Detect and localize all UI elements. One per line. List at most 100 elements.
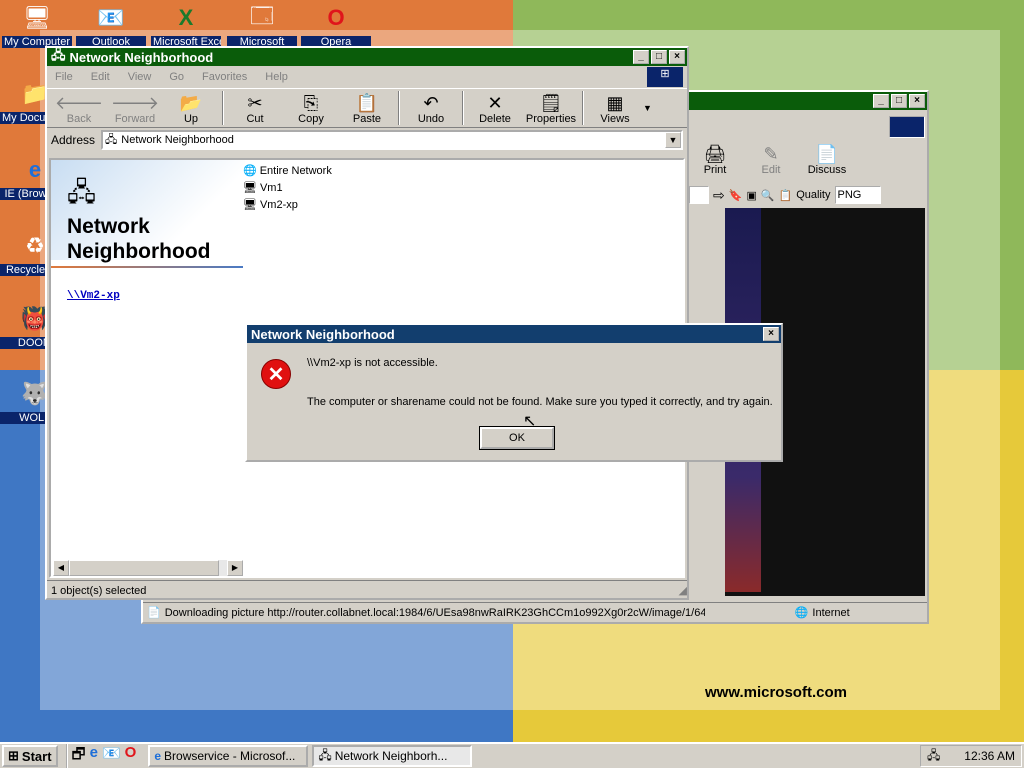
back-button[interactable]: 🡐 Back [51, 89, 107, 127]
dialog-detail: The computer or sharename could not be f… [307, 396, 773, 408]
task-network-neighborhood[interactable]: 🖧 Network Neighborh... [312, 745, 473, 767]
menu-view[interactable]: View [128, 71, 152, 83]
close-button[interactable]: × [763, 327, 779, 341]
dialog-message: \\Vm2-xp is not accessible. [307, 357, 438, 369]
properties-label: Properties [525, 113, 577, 125]
maximize-button[interactable]: □ [891, 94, 907, 108]
quality-select[interactable]: PNG [834, 186, 881, 204]
browser-throbber [889, 116, 925, 138]
task-label: Network Neighborh... [334, 749, 448, 763]
explorer-status-bar: 1 object(s) selected ◢ [47, 580, 687, 600]
menu-go[interactable]: Go [169, 71, 184, 83]
taskbar: ⊞ Start 🗗 e 📧 O e Browservice - Microsof… [0, 742, 1024, 768]
go-arrow-icon[interactable]: ⇨ [713, 187, 725, 204]
computer-icon: 🖥 [243, 199, 257, 211]
web-view-panel: 🖧 Network Neighborhood \\Vm2-xp [51, 160, 245, 576]
minimize-button[interactable]: _ [633, 50, 649, 64]
error-icon: ✕ [261, 359, 291, 389]
desktop-shortcut-icon[interactable]: 🗗 [72, 744, 86, 768]
bookmark-icon[interactable]: 🔖 [729, 189, 743, 202]
app-icon: 🗔 [250, 3, 274, 28]
screenshot-icon[interactable]: ▣ [746, 189, 756, 202]
paste-label: Paste [352, 113, 382, 125]
menu-edit[interactable]: Edit [91, 71, 110, 83]
scroll-thumb[interactable] [69, 560, 219, 576]
error-dialog: Network Neighborhood × ✕ \\Vm2-xp is not… [245, 323, 783, 462]
resize-grip-icon[interactable]: ◢ [679, 584, 687, 597]
menu-help[interactable]: Help [265, 71, 288, 83]
panel-link[interactable]: \\Vm2-xp [67, 290, 120, 302]
minimize-button[interactable]: _ [873, 94, 889, 108]
horizontal-scrollbar[interactable]: ◀ ▶ [53, 560, 243, 576]
outlook-icon[interactable]: 📧 [102, 744, 121, 768]
find-icon[interactable]: 🔍 [761, 189, 775, 202]
panel-title: Network Neighborhood [67, 215, 211, 263]
discuss-button[interactable]: 📄 Discuss [799, 140, 855, 178]
scroll-left-icon[interactable]: ◀ [53, 560, 69, 576]
maximize-button[interactable]: □ [651, 50, 667, 64]
address-bar: Address 🖧 Network Neighborhood ▼ [47, 128, 687, 152]
address-input[interactable]: 🖧 Network Neighborhood ▼ [101, 130, 683, 150]
undo-button[interactable]: ↶ Undo [403, 89, 459, 127]
start-button[interactable]: ⊞ Start [2, 745, 58, 767]
menu-file[interactable]: File [55, 71, 73, 83]
address-dropdown-icon[interactable]: ▼ [665, 132, 681, 148]
clipboard-icon[interactable]: 📋 [779, 189, 793, 202]
copy-button[interactable]: ⎘ Copy [283, 89, 339, 127]
quality-value: PNG [837, 189, 862, 201]
task-label: Browservice - Microsof... [164, 749, 296, 763]
scissors-icon: ✂ [247, 93, 263, 113]
print-button[interactable]: 🖨 Print [687, 140, 743, 178]
paste-icon: 📋 [355, 93, 379, 113]
views-dropdown-icon[interactable]: ▼ [643, 103, 652, 113]
forward-button[interactable]: 🡒 Forward [107, 89, 163, 127]
list-item[interactable]: 🌐 Entire Network [243, 162, 332, 179]
views-button[interactable]: ▦ Views [587, 89, 643, 127]
task-browservice[interactable]: e Browservice - Microsof... [148, 745, 309, 767]
network-tray-icon[interactable]: 🖧 [927, 746, 940, 767]
printer-icon: 🖨 [703, 144, 727, 164]
desktop-icon-excel[interactable]: X Microsoft Excel [151, 2, 221, 48]
zone-label: Internet [812, 606, 850, 619]
print-label: Print [703, 164, 727, 176]
edit-label: Edit [761, 164, 781, 176]
up-button[interactable]: 📂 Up [163, 89, 219, 127]
edit-button[interactable]: ✎ Edit [743, 140, 799, 178]
item-list: 🌐 Entire Network 🖥 Vm1 🖥 Vm2-xp [243, 162, 332, 213]
network-icon: 🖧 [51, 47, 66, 62]
page-loading-icon: 📄 [147, 607, 161, 619]
ok-button[interactable]: OK [479, 426, 555, 450]
cut-button[interactable]: ✂ Cut [227, 89, 283, 127]
desktop-icon-microsoft[interactable]: 🗔 Microsoft [227, 2, 297, 48]
properties-button[interactable]: 🗒 Properties [523, 89, 579, 127]
close-button[interactable]: × [669, 50, 685, 64]
standard-toolbar: 🡐 Back 🡒 Forward 📂 Up ✂ Cut ⎘ Copy 📋 Paste ↶ Un… [47, 88, 687, 128]
edit-icon: ✎ [763, 144, 779, 164]
close-button[interactable]: × [909, 94, 925, 108]
system-tray: 🖧 12:36 AM [920, 745, 1022, 767]
desktop-icon-my-computer[interactable]: 🖥 My Computer [2, 2, 72, 48]
ok-label: OK [509, 432, 525, 444]
copy-icon: ⎘ [303, 93, 319, 113]
views-icon: ▦ [606, 93, 624, 113]
opera-icon[interactable]: O [125, 744, 137, 768]
browser-status-text: Downloading picture http://router.collab… [164, 606, 705, 619]
scroll-right-icon[interactable]: ▶ [227, 560, 243, 576]
list-item[interactable]: 🖥 Vm2-xp [243, 196, 332, 213]
toolbar-separator [582, 91, 584, 125]
paste-button[interactable]: 📋 Paste [339, 89, 395, 127]
opera-icon: O [327, 5, 345, 30]
quick-launch: 🗗 e 📧 O [65, 743, 137, 768]
delete-button[interactable]: ✕ Delete [467, 89, 523, 127]
start-label: Start [21, 748, 52, 764]
browser-nav-input[interactable] [689, 186, 709, 204]
desktop-icon-outlook[interactable]: 📧 Outlook [76, 2, 146, 48]
menu-favorites[interactable]: Favorites [202, 71, 247, 83]
ie-icon[interactable]: e [90, 744, 98, 768]
discuss-icon: 📄 [815, 144, 839, 164]
item-label: Vm2-xp [259, 198, 298, 211]
back-arrow-icon: 🡐 [54, 93, 104, 113]
windows-logo-icon: ⊞ [647, 67, 683, 87]
desktop-icon-opera[interactable]: O Opera [301, 2, 371, 48]
list-item[interactable]: 🖥 Vm1 [243, 179, 332, 196]
